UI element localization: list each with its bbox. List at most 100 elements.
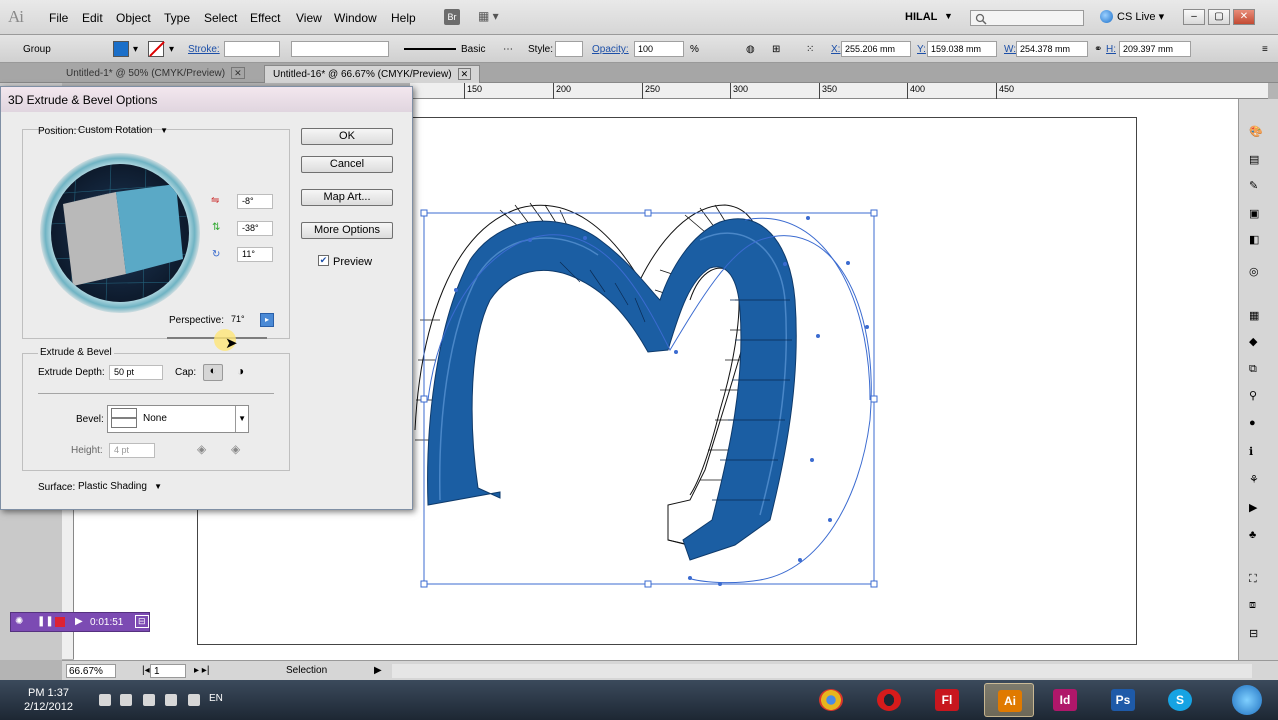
rotation-track-cube[interactable] <box>40 153 200 313</box>
extrude-depth-label: Extrude Depth: <box>38 367 105 378</box>
symbols-icon[interactable]: ♣ <box>1249 529 1267 547</box>
photoshop-taskbar-button[interactable]: Ps <box>1098 683 1148 717</box>
indesign-icon: Id <box>1053 689 1077 711</box>
preview-label: Preview <box>333 256 373 268</box>
illustrator-taskbar-button[interactable]: Ai <box>984 683 1034 717</box>
control-panel-menu-icon[interactable]: ≡ <box>1262 44 1268 55</box>
status-bar: 66.67% |◂ ◂ 1 ▸ ▸| Selection ▶ <box>62 660 1278 680</box>
language-indicator[interactable]: EN <box>209 693 223 704</box>
flash-taskbar-button[interactable]: Fl <box>922 683 972 717</box>
page-field[interactable]: 1 <box>150 664 186 678</box>
actions-icon[interactable]: ▶ <box>1249 501 1267 519</box>
tray-expand-icon[interactable] <box>188 694 200 706</box>
flash-icon: Fl <box>935 689 959 711</box>
windows-icon <box>1232 685 1262 715</box>
network-icon[interactable] <box>99 694 111 706</box>
bevel-value: None <box>143 413 167 424</box>
cap-on-button[interactable]: ◐ <box>203 364 223 381</box>
height-field[interactable]: 4 pt <box>109 443 155 458</box>
surface-value: Plastic Shading <box>78 481 147 492</box>
preview-checkbox[interactable]: ✔ <box>318 255 329 266</box>
divider <box>38 393 274 394</box>
map-art-button[interactable]: Map Art... <box>301 189 393 206</box>
bevel-in-icon[interactable]: ◈ <box>231 442 240 456</box>
swatches-icon[interactable]: ▣ <box>1249 207 1267 225</box>
recorder-logo-icon: ✺ <box>15 616 24 627</box>
rotate-y-field[interactable]: -38° <box>237 221 273 236</box>
bevel-out-icon[interactable]: ◈ <box>197 442 206 456</box>
volume-icon[interactable] <box>143 694 155 706</box>
cancel-button[interactable]: Cancel <box>301 156 393 173</box>
height-label: Height: <box>71 445 103 456</box>
x-axis-icon: ⇋ <box>211 195 220 206</box>
illustrator-icon: Ai <box>998 690 1022 712</box>
indesign-taskbar-button[interactable]: Id <box>1040 683 1090 717</box>
cap-label: Cap: <box>175 367 197 378</box>
cube-preview[interactable] <box>51 164 189 302</box>
extrude-depth-field[interactable]: 50 pt <box>109 365 163 380</box>
color-guide-icon[interactable]: 🎨 <box>1249 125 1267 143</box>
battery-icon[interactable] <box>120 694 132 706</box>
clock-date: 2/12/2012 <box>24 701 73 713</box>
pause-icon[interactable]: ❚❚ <box>37 616 54 627</box>
cube-icon <box>51 164 189 302</box>
next-page-icon[interactable]: ▸ ▸| <box>194 664 209 678</box>
position-dropdown[interactable]: Custom Rotation ▼ <box>78 123 170 139</box>
recorder-time: 0:01:51 <box>90 617 124 628</box>
screen-recorder-bar: ✺ ❚❚ ▶ 0:01:51 ⊟ <box>10 612 150 632</box>
brushes-icon[interactable]: ✎ <box>1249 179 1267 197</box>
artboards-icon[interactable]: ⧉ <box>1249 363 1267 381</box>
y-axis-icon: ⇅ <box>212 222 221 233</box>
panel-dock: 🎨 ▤ ✎ ▣ ◧ ◎ ▦ ◆ ⧉ ⚲ ● ℹ ⚘ ▶ ♣ ⛶ ⧈ ⊟ <box>1238 99 1278 660</box>
play-icon[interactable]: ▶ <box>75 616 83 627</box>
chrome-taskbar-button[interactable] <box>806 683 856 717</box>
photoshop-icon: Ps <box>1111 689 1135 711</box>
info-icon[interactable]: ℹ <box>1249 445 1267 463</box>
position-label: Position: <box>38 126 77 137</box>
status-menu-icon[interactable]: ▶ <box>374 664 382 678</box>
chrome-icon <box>819 689 843 711</box>
cap-off-button[interactable]: ◑ <box>237 364 244 378</box>
skype-taskbar-button[interactable]: S <box>1155 683 1205 717</box>
align-panel-icon[interactable]: ⊟ <box>1249 627 1267 645</box>
rotate-z-field[interactable]: 11° <box>237 247 273 262</box>
perspective-slider-toggle[interactable]: ▸ <box>260 313 274 327</box>
taskbar-clock[interactable]: PM 1:37 2/12/2012 <box>24 686 73 714</box>
surface-dropdown[interactable]: Plastic Shading ▼ <box>78 479 164 495</box>
zoom-field[interactable]: 66.67% <box>66 664 116 678</box>
z-axis-icon: ↻ <box>212 249 221 260</box>
opera-taskbar-button[interactable] <box>864 683 914 717</box>
layers-icon[interactable]: ◆ <box>1249 335 1267 353</box>
extrude-bevel-title: Extrude & Bevel <box>38 347 114 358</box>
stroke-panel-icon[interactable]: ● <box>1249 417 1267 435</box>
appearance-icon[interactable]: ◎ <box>1249 265 1267 283</box>
chevron-down-icon: ▼ <box>154 482 162 491</box>
transform-icon[interactable]: ⛶ <box>1249 573 1267 591</box>
pathfinder-icon[interactable]: ⧈ <box>1249 599 1267 617</box>
grid-icon[interactable]: ▦ <box>1249 309 1267 327</box>
links-icon[interactable]: ⚲ <box>1249 389 1267 407</box>
perspective-field[interactable]: 71° <box>227 313 261 328</box>
document-info-icon[interactable]: ▤ <box>1249 153 1267 171</box>
more-options-button[interactable]: More Options <box>301 222 393 239</box>
chevron-down-icon: ▼ <box>160 126 168 135</box>
perspective-label: Perspective: <box>169 315 225 326</box>
bevel-dropdown[interactable]: None ▼ <box>107 405 249 433</box>
chevron-down-icon: ▼ <box>235 406 246 432</box>
status-tool[interactable]: Selection <box>286 664 327 678</box>
recorder-menu-icon[interactable]: ⊟ <box>135 615 149 628</box>
stop-icon[interactable] <box>55 617 65 627</box>
opera-icon <box>877 689 901 711</box>
windows-taskbar: PM 1:37 2/12/2012 EN Fl Ai Id Ps S <box>0 680 1278 720</box>
rotate-x-field[interactable]: -8° <box>237 194 273 209</box>
horizontal-scrollbar[interactable] <box>392 664 1252 678</box>
clock-time: PM 1:37 <box>27 687 69 699</box>
start-button[interactable] <box>1222 683 1272 717</box>
transparency-icon[interactable]: ◧ <box>1249 233 1267 251</box>
position-value: Custom Rotation <box>78 125 153 136</box>
cursor-icon: ➤ <box>225 335 238 352</box>
magic-wand-icon[interactable]: ⚘ <box>1249 473 1267 491</box>
dialog-title: 3D Extrude & Bevel Options <box>1 87 412 112</box>
tray-flag-icon[interactable] <box>165 694 177 706</box>
ok-button[interactable]: OK <box>301 128 393 145</box>
